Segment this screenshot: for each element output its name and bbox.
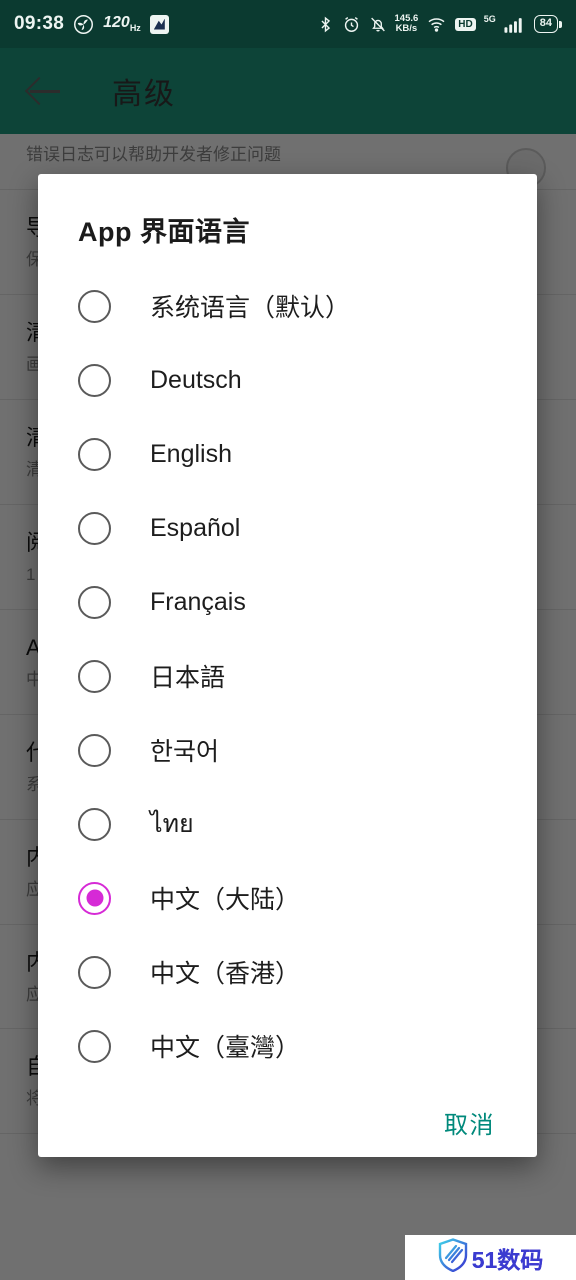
language-option-francais[interactable]: Français	[38, 565, 537, 639]
status-clock: 09:38	[14, 13, 65, 34]
language-option-label: 한국어	[150, 738, 220, 766]
language-option-chinese-taiwan[interactable]: 中文（臺灣）	[38, 1009, 537, 1083]
fan-icon	[73, 14, 94, 35]
language-option-label: Deutsch	[150, 365, 242, 394]
radio-button-icon[interactable]	[78, 511, 111, 545]
radio-button-icon[interactable]	[78, 807, 111, 841]
radio-button-icon[interactable]	[78, 955, 111, 989]
language-option-chinese-hongkong[interactable]: 中文（香港）	[38, 935, 537, 1009]
status-bar-right: 145.6 KB/s HD 5G 84	[317, 13, 562, 34]
language-option-label: ไทย	[150, 810, 194, 838]
language-option-japanese[interactable]: 日本語	[38, 639, 537, 713]
refresh-rate-indicator: 120Hz	[103, 14, 141, 34]
radio-button-icon[interactable]	[78, 585, 111, 619]
alarm-clock-icon	[342, 15, 361, 34]
watermark-text: 51数码	[472, 1241, 544, 1275]
status-bar: 09:38 120Hz 145.6 KB/s HD 5G 84	[0, 0, 576, 48]
dialog-title: App 界面语言	[78, 217, 250, 247]
language-dialog: App 界面语言 系统语言（默认） Deutsch English Españo…	[38, 174, 537, 1157]
language-option-label: 日本語	[150, 664, 226, 692]
cancel-button[interactable]: 取消	[444, 1105, 495, 1140]
bell-muted-icon	[369, 15, 387, 34]
network-type-label: 5G	[483, 14, 496, 24]
sim-card-icon	[149, 14, 169, 34]
language-option-label: 系统语言（默认）	[150, 294, 351, 322]
app-bar: 高级	[0, 48, 576, 134]
radio-button-icon[interactable]	[78, 1029, 111, 1063]
battery-indicator: 84	[533, 15, 562, 33]
radio-button-icon[interactable]	[78, 363, 111, 397]
dialog-actions: 取消	[38, 1083, 537, 1140]
language-option-korean[interactable]: 한국어	[38, 713, 537, 787]
language-option-english[interactable]: English	[38, 417, 537, 491]
language-option-label: Español	[150, 513, 241, 542]
page-title: 高级	[112, 78, 176, 111]
radio-button-icon[interactable]	[78, 659, 111, 693]
signal-bars-icon	[504, 16, 526, 33]
radio-button-icon[interactable]	[78, 733, 111, 767]
language-option-system[interactable]: 系统语言（默认）	[38, 269, 537, 343]
language-option-list: 系统语言（默认） Deutsch English Español Françai…	[38, 269, 537, 1083]
bluetooth-icon	[317, 15, 334, 34]
language-option-espanol[interactable]: Español	[38, 491, 537, 565]
status-bar-left: 09:38 120Hz	[14, 13, 169, 35]
network-speed-label: 145.6 KB/s	[394, 13, 419, 34]
language-option-label: 中文（香港）	[150, 960, 301, 988]
hd-icon: HD	[455, 17, 476, 31]
language-option-chinese-mainland[interactable]: 中文（大陆）	[38, 861, 537, 935]
language-option-label: 中文（臺灣）	[150, 1034, 301, 1062]
language-option-thai[interactable]: ไทย	[38, 787, 537, 861]
language-option-label: English	[150, 439, 232, 468]
phone-screen: 09:38 120Hz 145.6 KB/s HD 5G 84 高级 App 界…	[0, 0, 576, 1280]
radio-button-icon-selected[interactable]	[78, 881, 111, 915]
language-option-label: 中文（大陆）	[150, 886, 301, 914]
wifi-icon	[426, 15, 447, 34]
radio-button-icon[interactable]	[78, 437, 111, 471]
language-option-label: Français	[150, 587, 246, 616]
watermark: 51数码	[405, 1235, 576, 1280]
shield-logo-icon	[438, 1238, 468, 1277]
radio-button-icon[interactable]	[78, 289, 111, 323]
language-option-deutsch[interactable]: Deutsch	[38, 343, 537, 417]
back-arrow-icon[interactable]	[28, 74, 62, 108]
